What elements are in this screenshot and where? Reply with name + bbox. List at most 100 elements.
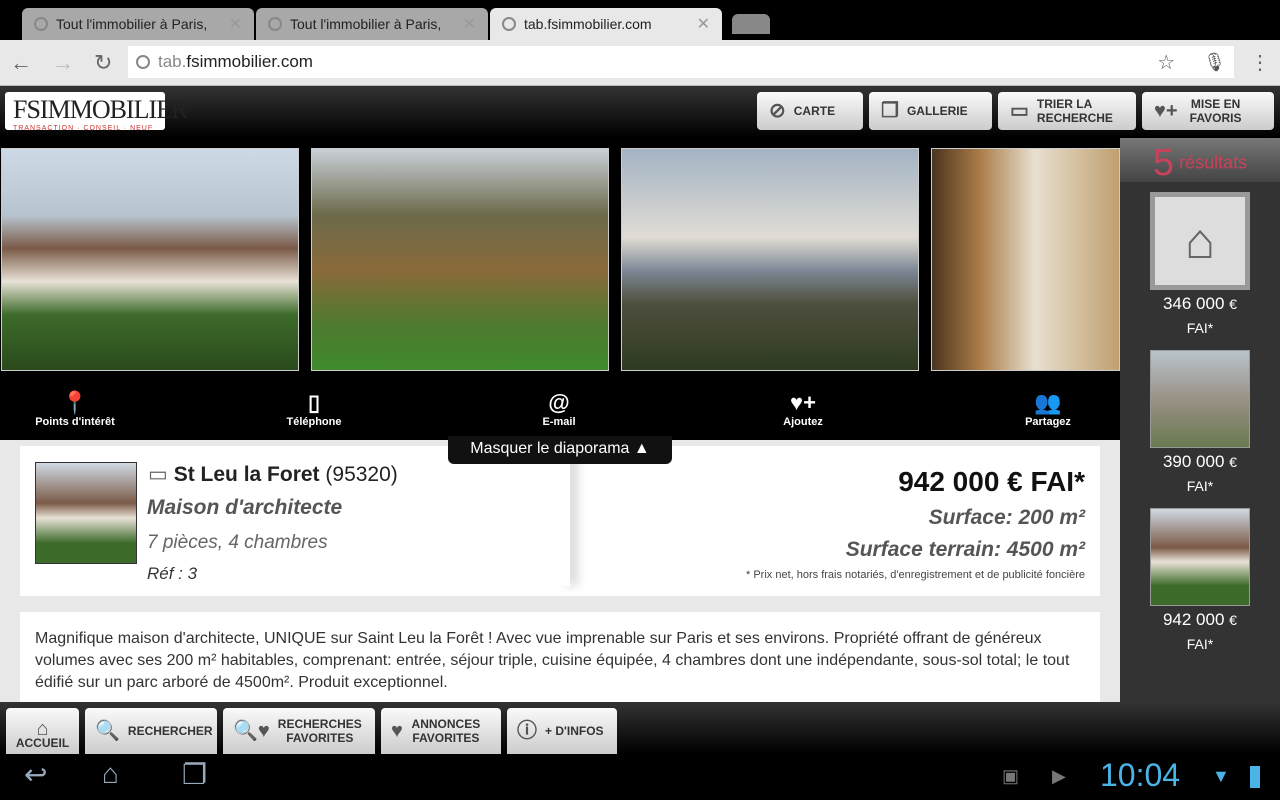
infos-button[interactable]: ⓘ + D'INFOS	[507, 708, 617, 754]
heart-plus-icon: ♥+	[790, 390, 816, 415]
browser-tab[interactable]: Tout l'immobilier à Paris, ✕	[256, 8, 488, 40]
telephone-button[interactable]: ▯ Téléphone	[244, 390, 384, 428]
photo-staircase[interactable]	[931, 148, 1120, 371]
ajoutez-button[interactable]: ♥+ Ajoutez	[733, 390, 873, 428]
site-header: FSIMMOBILIER TRANSACTION · CONSEIL · NEUF…	[0, 86, 1280, 138]
battery-icon	[1250, 766, 1260, 788]
button-label: GALLERIE	[906, 104, 968, 118]
action-label: E-mail	[542, 416, 576, 428]
action-bar: 📍 Points d'intérêt ▯ Téléphone @ E-mail ♥+ A…	[0, 380, 1120, 440]
globe-icon	[34, 17, 48, 31]
listing-surface: Surface: 200 m²	[928, 506, 1085, 529]
system-bar: ↩ ⌂ ❐ ▣ ▶ 10:04 ▼	[0, 754, 1280, 800]
forward-icon[interactable]: →	[52, 50, 74, 76]
home-icon[interactable]: ⌂	[102, 758, 119, 790]
photo-carousel[interactable]	[0, 138, 1120, 380]
carte-button[interactable]: ⊘ CARTE	[757, 92, 863, 130]
result-suffix: FAI*	[1186, 478, 1214, 494]
browser-toolbar: ← → ↻ tab.fsimmobilier.com ☆ 🎙 ⋮	[0, 40, 1280, 86]
star-icon[interactable]: ☆	[1157, 50, 1175, 75]
listing-rooms: 7 pièces, 4 chambres	[147, 532, 328, 553]
count-label: résultats	[1179, 152, 1248, 173]
home-icon: ⌂	[36, 718, 49, 740]
points-interet-button[interactable]: 📍 Points d'intérêt	[5, 390, 145, 428]
gallerie-button[interactable]: ❐ GALLERIE	[869, 92, 992, 130]
result-item[interactable]: ⌂ 346 000 € FAI*	[1120, 192, 1280, 336]
rechercher-button[interactable]: 🔍 RECHERCHER	[85, 708, 217, 754]
address-bar[interactable]: tab.fsimmobilier.com ☆ 🎙	[128, 46, 1234, 78]
trier-button[interactable]: ▭ TRIER LA RECHERCHE	[998, 92, 1136, 130]
new-tab-button[interactable]	[732, 14, 770, 34]
listing-type: Maison d'architecte	[147, 496, 343, 519]
nav-label: RECHERCHES FAVORITES	[277, 717, 362, 745]
reload-icon[interactable]: ↻	[94, 50, 112, 76]
caret-up-icon: ▲	[633, 440, 650, 457]
toggle-label: Masquer le diaporama	[470, 440, 630, 457]
globe-icon	[136, 55, 150, 69]
nav-label: ACCUEIL	[15, 736, 70, 750]
partagez-button[interactable]: 👥 Partagez	[978, 390, 1118, 428]
close-tab-icon[interactable]: ✕	[463, 14, 476, 34]
result-price: 346 000	[1162, 294, 1225, 313]
gallery-notification-icon[interactable]: ▣	[1002, 766, 1019, 787]
result-item[interactable]: 942 000 € FAI*	[1120, 508, 1280, 652]
result-item[interactable]: 390 000 € FAI*	[1120, 350, 1280, 494]
sort-icon: ▭	[1010, 100, 1029, 122]
url-domain: fsimmobilier.com	[186, 52, 313, 71]
listing-thumbnail[interactable]	[35, 462, 137, 564]
photo-garden[interactable]	[311, 148, 609, 371]
gallery-icon: ❐	[881, 100, 899, 122]
listing-terrain: Surface terrain: 4500 m²	[845, 538, 1085, 561]
phone-icon: ▯	[307, 390, 321, 415]
microphone-icon[interactable]: 🎙	[1203, 52, 1226, 73]
action-label: Téléphone	[286, 416, 342, 428]
search-icon: 🔍	[95, 720, 120, 742]
menu-icon[interactable]: ⋮	[1250, 50, 1270, 75]
store-notification-icon[interactable]: ▶	[1052, 766, 1066, 787]
search-heart-icon: 🔍♥	[233, 720, 270, 742]
hide-slideshow-button[interactable]: Masquer le diaporama ▲	[448, 436, 672, 464]
recherches-favorites-button[interactable]: 🔍♥ RECHERCHES FAVORITES	[223, 708, 375, 754]
result-thumbnail	[1150, 508, 1250, 606]
globe-icon	[268, 17, 282, 31]
button-label: TRIER LA RECHERCHE	[1036, 97, 1113, 125]
accueil-button[interactable]: ⌂ ACCUEIL	[6, 708, 79, 754]
at-icon: @	[548, 390, 570, 415]
listing-ref: Réf : 3	[147, 564, 198, 583]
action-label: Points d'intérêt	[35, 416, 115, 428]
back-icon[interactable]: ↩	[24, 758, 47, 791]
close-tab-icon[interactable]: ✕	[697, 14, 710, 34]
listing-description: Magnifique maison d'architecte, UNIQUE s…	[20, 612, 1100, 702]
url-prefix: tab.	[158, 52, 187, 71]
nav-label: + D'INFOS	[545, 724, 604, 738]
email-button[interactable]: @ E-mail	[489, 390, 629, 428]
result-suffix: FAI*	[1186, 636, 1214, 652]
result-currency: €	[1229, 613, 1238, 629]
clock: 10:04	[1100, 757, 1181, 793]
listing-location: ▭ St Leu la Foret (95320)	[148, 462, 558, 487]
compass-icon: ⊘	[769, 100, 786, 122]
button-label: CARTE	[793, 104, 836, 118]
close-tab-icon[interactable]: ✕	[229, 14, 242, 34]
back-icon[interactable]: ←	[10, 50, 32, 76]
building-icon: ▭	[148, 463, 168, 486]
photo-house-exterior[interactable]	[1, 148, 299, 371]
result-suffix: FAI*	[1186, 320, 1214, 336]
favoris-button[interactable]: ♥+ MISE EN FAVORIS	[1142, 92, 1274, 130]
action-label: Ajoutez	[783, 416, 823, 428]
info-icon: ⓘ	[517, 720, 537, 742]
wifi-icon: ▼	[1212, 766, 1230, 786]
listing-postcode: (95320)	[325, 463, 398, 486]
heart-plus-icon: ♥+	[1154, 100, 1178, 122]
heart-icon: ♥	[391, 720, 403, 742]
tab-title: Tout l'immobilier à Paris,	[56, 16, 208, 32]
browser-tab[interactable]: Tout l'immobilier à Paris, ✕	[22, 8, 254, 40]
annonces-favorites-button[interactable]: ♥ ANNONCES FAVORITES	[381, 708, 501, 754]
count-number: 5	[1152, 142, 1175, 184]
logo[interactable]: FSIMMOBILIER TRANSACTION · CONSEIL · NEUF	[5, 92, 188, 132]
recent-apps-icon[interactable]: ❐	[182, 758, 207, 791]
photo-view[interactable]	[621, 148, 919, 371]
button-label: MISE EN FAVORIS	[1189, 97, 1242, 125]
browser-tab-active[interactable]: tab.fsimmobilier.com ✕	[490, 8, 722, 40]
house-placeholder-icon: ⌂	[1150, 192, 1250, 290]
